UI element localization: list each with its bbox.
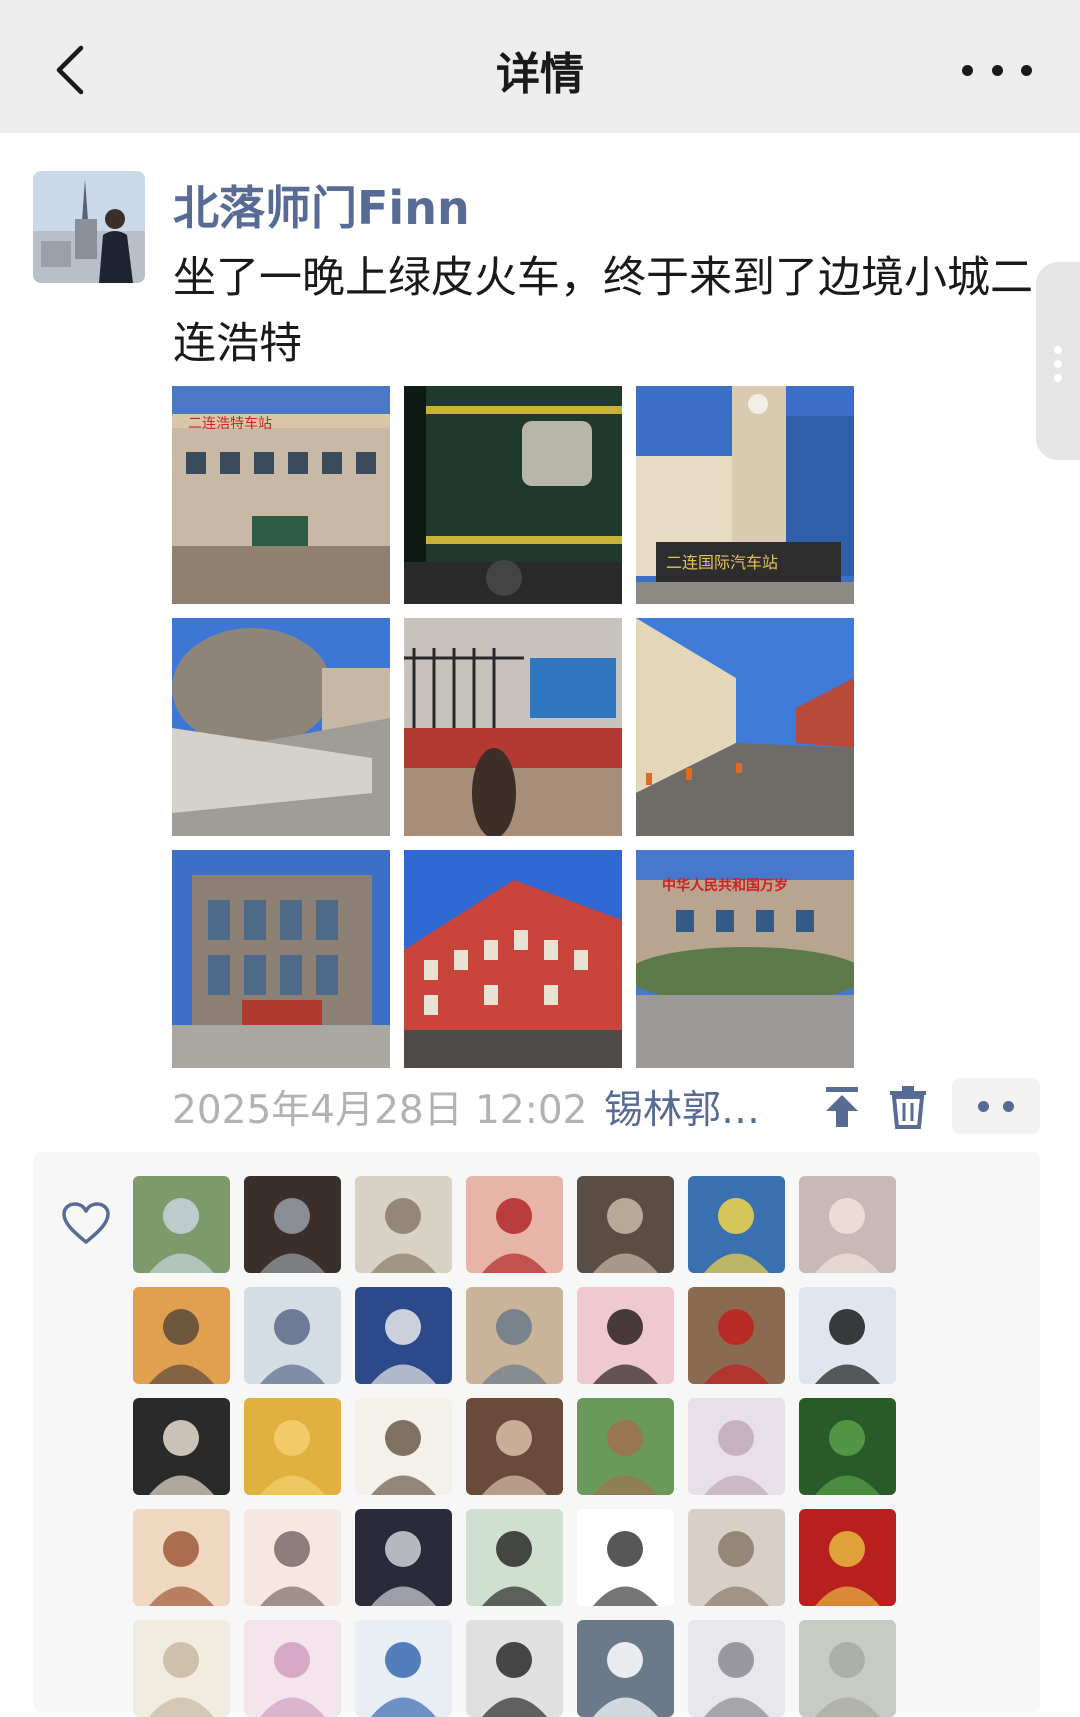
liker-avatar[interactable] — [466, 1509, 563, 1606]
liker-avatar[interactable] — [799, 1176, 896, 1273]
liker-avatar[interactable] — [244, 1509, 341, 1606]
liker-avatar[interactable] — [133, 1509, 230, 1606]
photo-9[interactable]: 中华人民共和国万岁 — [636, 850, 854, 1068]
liker-avatar[interactable] — [355, 1509, 452, 1606]
likes-panel — [33, 1152, 1040, 1717]
pin-to-top-icon — [826, 1087, 858, 1127]
liker-avatar[interactable] — [799, 1398, 896, 1495]
delete-button[interactable] — [888, 1085, 928, 1129]
liker-avatar[interactable] — [133, 1176, 230, 1273]
liker-avatar[interactable] — [355, 1398, 452, 1495]
ellipsis-icon — [962, 64, 973, 76]
liker-avatar[interactable] — [133, 1287, 230, 1384]
liker-avatar[interactable] — [577, 1176, 674, 1273]
comment-more-button[interactable] — [952, 1078, 1040, 1134]
photo-4[interactable] — [172, 618, 390, 836]
liker-avatar[interactable] — [466, 1398, 563, 1495]
liker-avatar[interactable] — [466, 1620, 563, 1717]
liker-avatar[interactable] — [466, 1176, 563, 1273]
floating-side-handle[interactable] — [1036, 262, 1080, 460]
author-name[interactable]: 北落师门Finn — [173, 172, 470, 238]
liker-avatars — [133, 1176, 896, 1717]
liker-avatar[interactable] — [244, 1398, 341, 1495]
comment-more-icon — [978, 1100, 989, 1112]
liker-avatar[interactable] — [244, 1176, 341, 1273]
photo-5[interactable] — [404, 618, 622, 836]
liker-avatar[interactable] — [355, 1176, 452, 1273]
post-location[interactable]: 锡林郭… — [604, 1082, 760, 1133]
liker-avatar[interactable] — [799, 1620, 896, 1717]
liker-avatar[interactable] — [244, 1620, 341, 1717]
liker-avatar[interactable] — [244, 1287, 341, 1384]
post-timestamp: 2025年4月28日 12:02 — [172, 1088, 588, 1133]
pin-button[interactable] — [822, 1085, 862, 1129]
photo-6[interactable] — [636, 618, 854, 836]
post-text: 坐了一晚上绿皮火车，终于来到了边境小城二连浩特 — [173, 253, 1033, 369]
liker-avatar[interactable] — [688, 1398, 785, 1495]
liker-avatar[interactable] — [577, 1620, 674, 1717]
photo-sign: 二连国际汽车站 — [666, 553, 778, 572]
liker-avatar[interactable] — [133, 1398, 230, 1495]
liker-avatar[interactable] — [688, 1620, 785, 1717]
liker-avatar[interactable] — [355, 1620, 452, 1717]
liker-avatar[interactable] — [688, 1287, 785, 1384]
heart-outline-icon — [62, 1202, 110, 1244]
liker-avatar[interactable] — [577, 1509, 674, 1606]
photo-grid: 二连浩特车站 二连国际汽车站 中华人民共和国万岁 — [172, 386, 856, 1068]
liker-avatar[interactable] — [688, 1176, 785, 1273]
liker-avatar[interactable] — [355, 1287, 452, 1384]
page-title: 详情 — [496, 49, 584, 100]
more-button[interactable] — [962, 50, 1032, 90]
photo-8[interactable] — [404, 850, 622, 1068]
photo-7[interactable] — [172, 850, 390, 1068]
photo-3[interactable]: 二连国际汽车站 — [636, 386, 854, 604]
liker-avatar[interactable] — [799, 1509, 896, 1606]
liker-avatar[interactable] — [577, 1287, 674, 1384]
photo-2[interactable] — [404, 386, 622, 604]
liker-avatar[interactable] — [799, 1287, 896, 1384]
photo-sign: 二连浩特车站 — [188, 415, 272, 432]
liker-avatar[interactable] — [577, 1398, 674, 1495]
photo-sign: 中华人民共和国万岁 — [662, 877, 788, 894]
liker-avatar[interactable] — [466, 1287, 563, 1384]
nav-bar: 详情 — [0, 0, 1080, 133]
liker-avatar[interactable] — [133, 1620, 230, 1717]
trash-icon — [890, 1086, 926, 1129]
author-avatar[interactable] — [33, 171, 145, 283]
liker-avatar[interactable] — [688, 1509, 785, 1606]
photo-1[interactable]: 二连浩特车站 — [172, 386, 390, 604]
